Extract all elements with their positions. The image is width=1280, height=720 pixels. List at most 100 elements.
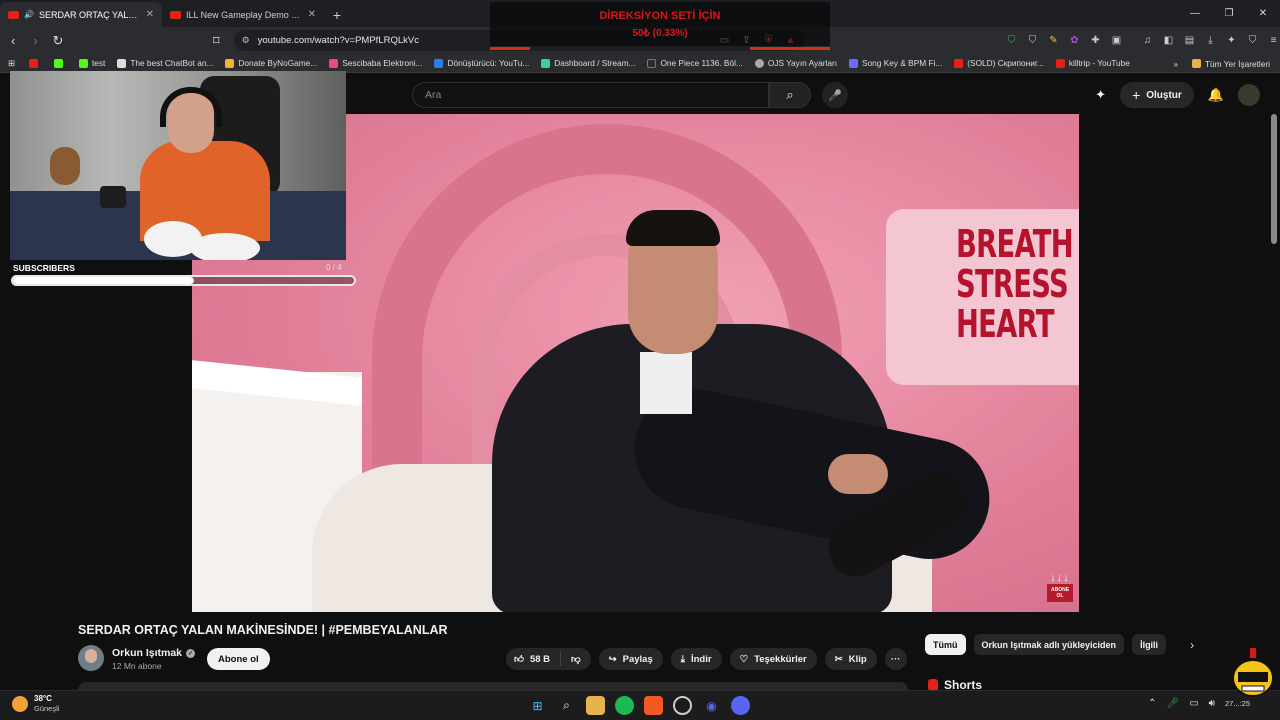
weather-widget[interactable]: 38°C Güneşli	[12, 694, 59, 714]
page-scrollbar[interactable]	[1271, 114, 1277, 244]
chevron-up-icon[interactable]: ⌃	[1148, 698, 1156, 709]
webcam-overlay	[10, 71, 346, 260]
tab-serdar-ortac[interactable]: 🔊 SERDAR ORTAÇ YALAN MAKİ ✕	[0, 2, 162, 27]
share-icon: ↪	[608, 653, 617, 665]
bookmark-converter[interactable]: Dönüştürücü: YouTu...	[434, 58, 529, 68]
brave-icon[interactable]	[644, 696, 663, 715]
bookmark-ojs[interactable]: OJS Yayın Ayarları	[754, 58, 837, 68]
windows-taskbar: 38°C Güneşli ⊞ ⌕ ◉ ⌃ 🎤︎ ▭ 🔊︎ 27...:25	[0, 690, 1280, 720]
sidebar-icon[interactable]: ◧	[1162, 34, 1175, 47]
thanks-button[interactable]: ♡ Teşekkürler	[729, 648, 817, 670]
bookmark-killtrip[interactable]: killtrip - YouTube	[1055, 58, 1130, 68]
screenshot-icon[interactable]: ▣	[1110, 34, 1123, 47]
obs-icon[interactable]	[673, 696, 692, 715]
close-icon[interactable]: ✕	[146, 9, 154, 20]
bookmarks-more-button[interactable]: »	[1173, 59, 1178, 69]
windows-start-icon[interactable]: ⊞	[528, 696, 547, 715]
bookmark-youtube[interactable]	[28, 58, 42, 68]
bookmark-kick[interactable]	[53, 58, 67, 68]
bookmark-dashboard[interactable]: Dashboard / Stream...	[541, 58, 635, 68]
chevron-right-icon[interactable]: ›	[1182, 634, 1202, 655]
shield-icon[interactable]: ⛉	[1005, 34, 1018, 47]
chip-from-uploader[interactable]: Orkun Işıtmak adlı yükleyiciden	[973, 634, 1125, 655]
clip-button[interactable]: ✂ Klip	[824, 648, 877, 670]
tab-ill-gameplay[interactable]: ILL New Gameplay Demo 12 Minutes ✕	[162, 2, 324, 27]
chip-all[interactable]: Tümü	[925, 634, 966, 655]
ublock-icon[interactable]: ⛉	[1026, 34, 1039, 47]
all-bookmarks[interactable]: Tüm Yer İşaretleri	[1191, 59, 1270, 69]
download-button[interactable]: ⤓ İndir	[670, 648, 722, 670]
video-actions: 👍︎ 58 B 👎︎ ↪ Paylaş ⤓ İndir ♡ Teşekkürler ✂ K…	[506, 648, 907, 670]
extension-icon[interactable]: ✿	[1068, 34, 1081, 47]
discord-ptb-icon[interactable]	[731, 696, 750, 715]
like-button[interactable]: 👍︎ 58 B	[506, 652, 562, 666]
url-text: youtube.com/watch?v=PMPfLRQLkVc	[257, 35, 419, 46]
menu-icon[interactable]: ≡	[1267, 34, 1280, 47]
puzzle-icon[interactable]: ✚	[1089, 34, 1102, 47]
media-icon[interactable]: ♫	[1141, 34, 1154, 47]
forward-icon[interactable]: ›	[26, 31, 44, 51]
leo-ai-icon[interactable]: ✦	[1225, 34, 1238, 47]
bookmark-sescibaba[interactable]: Sescibaba Elektroni...	[329, 58, 422, 68]
file-explorer-icon[interactable]	[586, 696, 605, 715]
mascot-sticker	[1232, 648, 1274, 697]
channel-avatar[interactable]	[78, 645, 104, 671]
volume-icon[interactable]: 🔊︎	[1209, 698, 1215, 709]
share-button[interactable]: ↪ Paylaş	[598, 648, 663, 670]
search-icon[interactable]: ⌕	[557, 696, 576, 715]
subscribe-button[interactable]: Abone ol	[207, 648, 270, 670]
search-input[interactable]: Ara	[412, 82, 769, 108]
create-button[interactable]: + Oluştur	[1120, 82, 1194, 108]
apps-icon[interactable]: ⊞	[8, 58, 15, 68]
subscribe-watermark[interactable]: ↓↓↓ ABONE OL	[1047, 572, 1073, 602]
clock[interactable]: 27...:25	[1225, 699, 1250, 708]
reload-icon[interactable]: ↻	[49, 31, 67, 51]
new-tab-button[interactable]: +	[324, 2, 350, 27]
dislike-button[interactable]: 👎︎	[561, 653, 591, 665]
youtube-icon	[170, 10, 181, 19]
tab-title: ILL New Gameplay Demo 12 Minutes	[186, 9, 303, 20]
chip-related[interactable]: İlgili	[1132, 634, 1167, 655]
bookmark-icon[interactable]: ⌑	[207, 31, 225, 51]
bookmark-song-key[interactable]: Song Key & BPM Fi...	[849, 58, 942, 68]
thumbs-down-icon: 👎︎	[571, 654, 581, 665]
mic-icon[interactable]: 🎤︎	[1167, 698, 1180, 709]
video-info: SERDAR ORTAÇ YALAN MAKİNESİNDE! | #PEMBE…	[0, 612, 1280, 692]
bookmark-sold[interactable]: (SOLD) Скрипониг...	[954, 58, 1044, 68]
scissors-icon: ✂	[834, 653, 843, 665]
wallet-icon[interactable]: ▤	[1183, 34, 1196, 47]
teddy-bear	[50, 147, 80, 185]
spotify-icon[interactable]	[615, 696, 634, 715]
extension-icons: ⛉ ⛉ ✎ ✿ ✚ ▣ ♫ ◧ ▤ ⤓ ✦ ⛉ ≡	[1005, 34, 1280, 47]
minimize-icon[interactable]: —	[1178, 0, 1212, 27]
site-info-icon[interactable]: ⚙	[242, 35, 250, 46]
download-icon[interactable]: ⤓	[1204, 34, 1217, 47]
mic-icon[interactable]: 🎤	[822, 82, 848, 108]
back-icon[interactable]: ‹	[4, 31, 22, 51]
account-avatar[interactable]	[1238, 84, 1260, 106]
search-icon[interactable]: ⌕	[769, 82, 811, 108]
goal-amount: 50₺ (0.33%)	[632, 28, 688, 39]
vpn-icon[interactable]: ⛉	[1246, 34, 1259, 47]
bell-icon[interactable]: 🔔	[1208, 87, 1224, 103]
sun-icon	[12, 696, 28, 712]
network-icon[interactable]: ▭	[1189, 698, 1198, 709]
ai-sparkle-icon[interactable]: ✦	[1095, 87, 1106, 103]
bookmark-one-piece[interactable]: One Piece 1136. Böl...	[647, 58, 743, 68]
bookmark-chatbot[interactable]: The best ChatBot an...	[117, 58, 213, 68]
steering-goal-overlay: DİREKSİYON SETİ İÇİN 50₺ (0.33%)	[490, 2, 830, 50]
close-icon[interactable]: ✕	[308, 9, 316, 20]
bookmark-test[interactable]: test	[78, 58, 105, 68]
channel-name[interactable]: Orkun Işıtmak ✓	[112, 647, 196, 659]
pen-icon[interactable]: ✎	[1047, 34, 1060, 47]
maximize-icon[interactable]: ❐	[1212, 0, 1246, 27]
window-controls: — ❐ ✕	[1178, 0, 1280, 27]
subscribers-label: SUBSCRIBERS	[13, 263, 75, 273]
goal-title: DİREKSİYON SETİ İÇİN	[599, 10, 721, 22]
window-close-icon[interactable]: ✕	[1246, 0, 1280, 27]
taskbar-apps: ⊞ ⌕ ◉	[528, 696, 750, 715]
discord-icon[interactable]: ◉	[702, 696, 721, 715]
bookmarks-right: » Tüm Yer İşaretleri	[1173, 54, 1270, 73]
more-actions-button[interactable]: ···	[884, 648, 907, 670]
bookmark-donate[interactable]: Donate ByNoGame...	[225, 58, 317, 68]
